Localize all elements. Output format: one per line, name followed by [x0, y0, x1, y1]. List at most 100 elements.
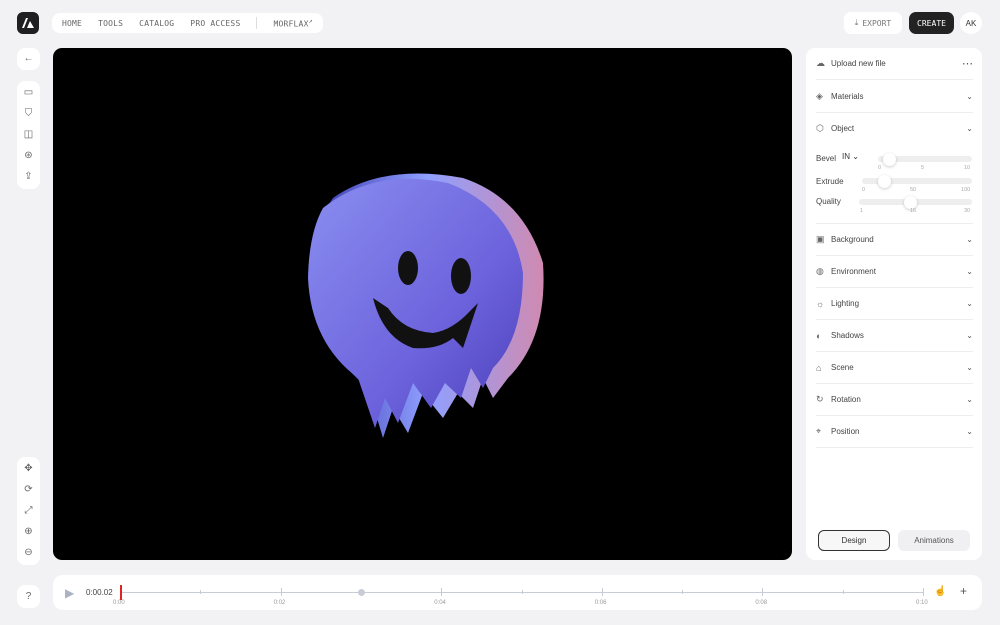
playhead[interactable] [120, 585, 122, 600]
timeline-label: 0:00 [113, 600, 125, 606]
current-time: 0:00.02 [86, 588, 113, 597]
upload-icon[interactable]: ⇪ [24, 171, 32, 183]
upload-label: Upload new file [831, 59, 886, 68]
add-keyframe-icon[interactable]: + [960, 584, 967, 598]
bevel-label: Bevel [816, 154, 837, 163]
help-button[interactable]: ? [17, 585, 40, 608]
sun-icon: ☼ [816, 298, 825, 309]
zoom-in-icon[interactable]: ⊕ [24, 526, 32, 538]
chevron-down-icon: ⌄ [966, 123, 973, 133]
bevel-mode-value: IN [842, 152, 850, 161]
bevel-slider[interactable] [878, 152, 972, 166]
3d-viewport[interactable] [53, 48, 792, 560]
section-scene[interactable]: ⌂ Scene ⌄ [816, 352, 973, 384]
section-background[interactable]: ▣ Background ⌄ [816, 224, 973, 256]
avatar[interactable]: AK [960, 12, 982, 34]
sticker-icon[interactable]: ⊛ [24, 150, 32, 162]
melting-smiley-model [308, 173, 544, 438]
export-label: EXPORT [862, 18, 892, 28]
quality-knob[interactable] [904, 195, 917, 209]
app-logo[interactable] [17, 12, 39, 34]
nav-morflax[interactable]: MORFLAX↗ [273, 17, 312, 29]
zoom-out-icon[interactable]: ⊖ [24, 547, 32, 559]
materials-icon: ◈ [816, 91, 823, 101]
chevron-down-icon: ⌄ [966, 331, 973, 340]
shadow-icon: ◐ [816, 330, 822, 341]
tick: 1 [860, 208, 864, 214]
timeline-tick [923, 588, 924, 596]
bevel-mode-select[interactable]: IN ⌄ [842, 152, 859, 161]
help-label: ? [25, 590, 32, 602]
section-shadows[interactable]: ◐ Shadows ⌄ [816, 320, 973, 352]
tab-design[interactable]: Design [818, 530, 890, 551]
image-icon: ▣ [816, 234, 825, 244]
export-button[interactable]: ⤓ EXPORT [844, 12, 902, 34]
cursor-icon[interactable]: ☝ [934, 586, 946, 597]
section-label: Materials [831, 92, 864, 101]
chevron-down-icon: ⌄ [966, 363, 973, 372]
timeline: ▶ 0:00.02 0:00 0:02 0:04 0:06 0:08 0:10 ☝ + [53, 575, 982, 610]
nav-catalog[interactable]: CATALOG [139, 19, 174, 28]
section-label: Shadows [831, 331, 864, 340]
laptop-icon[interactable]: ▭ [24, 87, 33, 99]
chevron-down-icon: ⌄ [966, 427, 973, 436]
section-rotation[interactable]: ↻ Rotation ⌄ [816, 384, 973, 416]
chevron-down-icon: ⌄ [966, 235, 973, 244]
nav-home[interactable]: HOME [62, 19, 82, 28]
timeline-tick [601, 588, 603, 596]
nav-tools[interactable]: TOOLS [98, 19, 123, 28]
timeline-tick [441, 588, 443, 596]
timeline-label: 0:02 [273, 600, 286, 606]
nav-divider [256, 17, 258, 29]
tick: 10 [964, 165, 971, 171]
position-icon: ⌖ [816, 426, 822, 436]
extrude-slider[interactable] [862, 174, 972, 188]
shirt-icon[interactable]: ⛉ [25, 108, 33, 120]
timeline-label: 0:10 [916, 600, 928, 606]
tick: 0 [862, 187, 866, 193]
back-button[interactable]: ← [17, 48, 40, 70]
section-label: Rotation [831, 395, 861, 404]
cloud-upload-icon: ☁ [816, 58, 825, 68]
scene-icon: ⌂ [816, 362, 822, 373]
rotation-icon: ↻ [816, 394, 824, 404]
quality-slider[interactable] [859, 195, 972, 209]
move-icon[interactable]: ✥ [24, 463, 32, 475]
keyframe-marker[interactable] [357, 589, 365, 596]
download-icon: ⤓ [854, 18, 859, 27]
tick: 30 [964, 208, 971, 214]
play-icon[interactable]: ▶ [65, 586, 74, 600]
arrow-left-icon: ← [23, 53, 34, 64]
chevron-down-icon: ⌄ [966, 267, 973, 276]
create-button[interactable]: CREATE [909, 12, 954, 34]
fit-icon[interactable]: ⤢ [25, 505, 33, 517]
section-lighting[interactable]: ☼ Lighting ⌄ [816, 288, 973, 320]
timeline-tick [842, 590, 844, 594]
view-toolbar: ✥ ⟳ ⤢ ⊕ ⊖ [17, 457, 40, 565]
chevron-down-icon: ⌄ [966, 92, 973, 101]
tick: 100 [961, 187, 971, 193]
more-icon[interactable]: ⋯ [962, 57, 973, 70]
timeline-label: 0:06 [594, 600, 607, 606]
section-label: Object [831, 123, 855, 133]
timeline-tick [200, 590, 202, 594]
tick: 50 [910, 187, 917, 193]
section-object[interactable]: ⬡ Object ⌄ [816, 112, 973, 144]
upload-new-file[interactable]: ☁ Upload new file ⋯ [816, 48, 973, 80]
section-label: Background [831, 235, 874, 244]
chevron-down-icon: ⌄ [966, 395, 973, 404]
section-materials[interactable]: ◈ Materials ⌄ [816, 81, 973, 113]
bag-icon[interactable]: ◫ [24, 129, 33, 141]
section-environment[interactable]: ◍ Environment ⌄ [816, 256, 973, 288]
extrude-knob[interactable] [878, 174, 891, 188]
timeline-tick [762, 588, 764, 596]
nav-pro-access[interactable]: PRO ACCESS [190, 19, 240, 28]
rotate-icon[interactable]: ⟳ [24, 484, 32, 496]
cube-icon: ⬡ [816, 122, 824, 133]
bevel-knob[interactable] [883, 152, 896, 166]
section-label: Lighting [831, 299, 860, 308]
tab-animations[interactable]: Animations [898, 530, 970, 551]
section-position[interactable]: ⌖ Position ⌄ [816, 416, 973, 448]
extrude-label: Extrude [816, 177, 844, 186]
globe-icon: ◍ [816, 266, 824, 276]
